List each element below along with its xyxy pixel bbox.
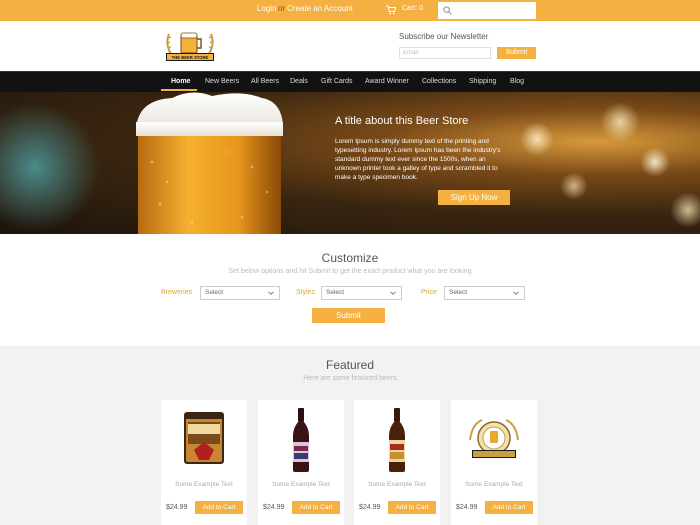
product-image[interactable]: [367, 406, 427, 474]
hero-bokeh: [520, 122, 554, 156]
cart-icon[interactable]: [386, 5, 396, 15]
product-title: Some Example Text: [368, 481, 426, 488]
newsletter-submit-button[interactable]: Submit: [497, 47, 536, 59]
hero-title: A title about this Beer Store: [335, 115, 469, 127]
nav-collections[interactable]: Collections: [422, 78, 456, 85]
featured-section: Featured Here are some featured beers So…: [0, 346, 700, 525]
product-card[interactable]: Some Example Text $24.99 Add to Cart: [354, 400, 440, 525]
hero-bokeh: [670, 192, 700, 228]
customize-title: Customize: [321, 251, 379, 265]
login-separator: or: [278, 4, 286, 13]
search-icon: [443, 6, 452, 15]
chevron-down-icon: [513, 291, 519, 295]
cart-count[interactable]: Cart: 0: [402, 5, 423, 12]
styles-select[interactable]: Select: [321, 286, 402, 300]
site-header: THE BEER STORE Subscribe our Newsletter …: [0, 21, 700, 71]
hero-description: Lorem Ipsum is simply dummy text of the …: [335, 138, 501, 181]
nav-gift-cards[interactable]: Gift Cards: [321, 78, 353, 85]
beer-glass-image: [136, 92, 284, 234]
add-to-cart-button[interactable]: Add to Cart: [195, 501, 243, 514]
nav-active-indicator: [161, 89, 197, 91]
create-account-link[interactable]: Create an Account: [287, 4, 353, 13]
chevron-down-icon: [390, 291, 396, 295]
product-card[interactable]: Some Example Text $24.99 Add to Cart: [161, 400, 247, 525]
price-select-value: Select: [449, 289, 468, 296]
price-select[interactable]: Select: [444, 286, 525, 300]
nav-award-winner[interactable]: Award Winner: [365, 78, 409, 85]
product-title: Some Example Text: [465, 481, 523, 488]
main-nav: Home New Beers All Beers Deals Gift Card…: [0, 71, 700, 92]
hero-banner: A title about this Beer Store Lorem Ipsu…: [0, 92, 700, 234]
breweries-select[interactable]: Select: [200, 286, 280, 300]
product-card[interactable]: Some Example Text $24.99 Add to Cart: [258, 400, 344, 525]
newsletter-email-field[interactable]: [399, 47, 491, 59]
product-price: $24.99: [263, 504, 285, 511]
top-bar: Login or Create an Account Cart: 0: [0, 0, 700, 21]
product-image[interactable]: [271, 406, 331, 474]
login-link[interactable]: Login: [257, 4, 277, 13]
product-card[interactable]: Some Example Text $24.99 Add to Cart: [451, 400, 537, 525]
styles-select-value: Select: [326, 289, 345, 296]
product-price: $24.99: [456, 504, 478, 511]
chevron-down-icon: [268, 291, 274, 295]
hero-bokeh: [640, 147, 670, 177]
product-image[interactable]: [174, 406, 234, 474]
add-to-cart-button[interactable]: Add to Cart: [388, 501, 436, 514]
price-label: Price: [421, 289, 437, 296]
nav-new-beers[interactable]: New Beers: [205, 78, 239, 85]
product-title: Some Example Text: [175, 481, 233, 488]
newsletter-title: Subscribe our Newsletter: [399, 32, 489, 41]
breweries-label: Breweries: [161, 289, 193, 296]
customize-subtitle: Set below options and hit Submit to get …: [228, 268, 472, 275]
nav-home[interactable]: Home: [171, 78, 190, 85]
nav-deals[interactable]: Deals: [290, 78, 308, 85]
sign-up-button[interactable]: Sign Up Now: [438, 190, 510, 205]
styles-label: Styles: [296, 289, 316, 296]
logo-text: THE BEER STORE: [172, 55, 209, 60]
search-input[interactable]: [438, 2, 536, 19]
hero-bokeh: [560, 172, 588, 200]
breweries-select-value: Select: [205, 289, 224, 296]
product-image[interactable]: [464, 406, 524, 474]
nav-blog[interactable]: Blog: [510, 78, 524, 85]
add-to-cart-button[interactable]: Add to Cart: [292, 501, 340, 514]
product-price: $24.99: [166, 504, 188, 511]
featured-title: Featured: [325, 358, 375, 372]
hero-bokeh: [600, 102, 640, 142]
product-title: Some Example Text: [272, 481, 330, 488]
featured-subtitle: Here are some featured beers: [303, 375, 397, 382]
product-price: $24.99: [359, 504, 381, 511]
add-to-cart-button[interactable]: Add to Cart: [485, 501, 533, 514]
hero-bokeh: [0, 102, 100, 232]
customize-submit-button[interactable]: Submit: [312, 308, 385, 323]
nav-all-beers[interactable]: All Beers: [251, 78, 279, 85]
nav-shipping[interactable]: Shipping: [469, 78, 496, 85]
beer-store-logo[interactable]: THE BEER STORE: [163, 28, 217, 64]
